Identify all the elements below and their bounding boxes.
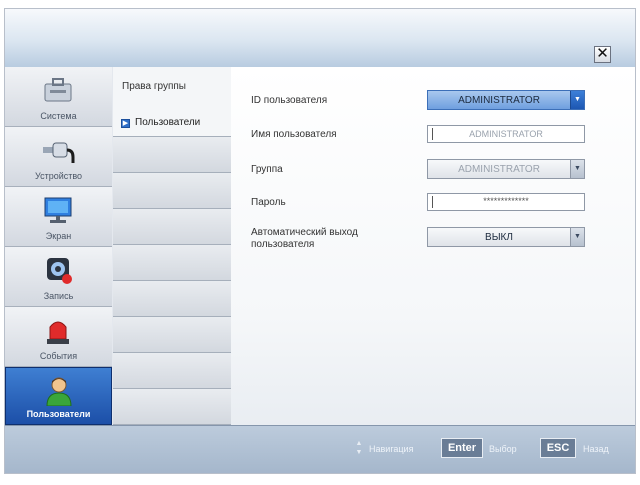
user-id-value: ADMINISTRATOR xyxy=(458,95,540,106)
close-icon[interactable]: ✕ xyxy=(594,46,611,63)
group-label: Группа xyxy=(251,164,283,175)
nav-hint-label: Навигация xyxy=(369,444,414,454)
enter-key[interactable]: Enter xyxy=(441,438,483,458)
submenu-empty-slot xyxy=(113,353,231,389)
alarm-light-icon xyxy=(47,321,69,344)
auto-logout-dropdown[interactable]: ВЫКЛ ▼ xyxy=(427,227,585,247)
footer-hint-bar: ▲ ▼ Навигация Enter Выбор ESC Назад xyxy=(5,425,635,473)
submenu-empty-slot xyxy=(113,281,231,317)
user-id-dropdown[interactable]: ADMINISTRATOR ▼ xyxy=(427,90,585,110)
category-label: Запись xyxy=(43,291,74,301)
submenu: Права группы ▶ Пользователи xyxy=(113,67,231,425)
chevron-down-icon[interactable]: ▼ xyxy=(570,91,584,109)
auto-logout-label: Автоматический выход пользователя xyxy=(251,227,358,251)
tab-users[interactable]: Пользователи xyxy=(135,117,200,128)
category-label: Система xyxy=(40,111,77,121)
user-id-label: ID пользователя xyxy=(251,95,328,106)
category-system[interactable]: Система xyxy=(5,67,112,127)
submenu-empty-slot xyxy=(113,137,231,173)
submenu-empty-slot xyxy=(113,317,231,353)
toolbox-icon xyxy=(44,78,72,102)
submenu-empty-slot xyxy=(113,173,231,209)
chevron-down-icon[interactable]: ▼ xyxy=(570,160,584,178)
user-settings-panel: ID пользователя ADMINISTRATOR ▼ Имя поль… xyxy=(231,67,635,425)
category-device[interactable]: Устройство xyxy=(5,127,112,187)
category-screen[interactable]: Экран xyxy=(5,187,112,247)
selection-arrow-icon: ▶ xyxy=(121,119,130,128)
record-icon xyxy=(47,258,72,284)
password-label: Пароль xyxy=(251,197,286,208)
category-label: Экран xyxy=(45,231,72,241)
auto-logout-label-line1: Автоматический выход xyxy=(251,227,358,238)
user-name-value: ADMINISTRATOR xyxy=(469,129,543,139)
title-bar: ✕ xyxy=(5,9,635,67)
monitor-icon xyxy=(44,197,72,223)
category-label: Устройство xyxy=(34,171,83,181)
category-users[interactable]: Пользователи xyxy=(5,367,112,425)
user-name-label: Имя пользователя xyxy=(251,129,337,140)
user-icon xyxy=(46,377,72,406)
enter-hint-label: Выбор xyxy=(489,444,517,454)
group-value: ADMINISTRATOR xyxy=(458,164,540,175)
navigation-arrows-icon: ▲ ▼ xyxy=(355,440,363,456)
submenu-empty-slot xyxy=(113,245,231,281)
esc-hint-label: Назад xyxy=(583,444,609,454)
category-label: События xyxy=(39,351,78,361)
password-value: ************* xyxy=(483,196,529,206)
submenu-empty-slot xyxy=(113,209,231,245)
tab-group-rights[interactable]: Права группы xyxy=(122,81,186,92)
settings-window: ✕ Система Устройство Экран Запись Событи… xyxy=(4,8,636,474)
password-field[interactable]: ************* xyxy=(427,193,585,211)
chevron-down-icon[interactable]: ▼ xyxy=(570,228,584,246)
category-label: Пользователи xyxy=(26,409,91,419)
auto-logout-value: ВЫКЛ xyxy=(485,232,513,243)
esc-key[interactable]: ESC xyxy=(540,438,576,458)
category-sidebar: Система Устройство Экран Запись События … xyxy=(5,67,112,425)
category-events[interactable]: События xyxy=(5,307,112,367)
category-record[interactable]: Запись xyxy=(5,247,112,307)
submenu-empty-slot xyxy=(113,389,231,425)
user-name-field[interactable]: ADMINISTRATOR xyxy=(427,125,585,143)
group-dropdown[interactable]: ADMINISTRATOR ▼ xyxy=(427,159,585,179)
auto-logout-label-line2: пользователя xyxy=(251,239,315,250)
submenu-top: Права группы ▶ Пользователи xyxy=(113,67,231,137)
device-plug-icon xyxy=(43,142,75,163)
